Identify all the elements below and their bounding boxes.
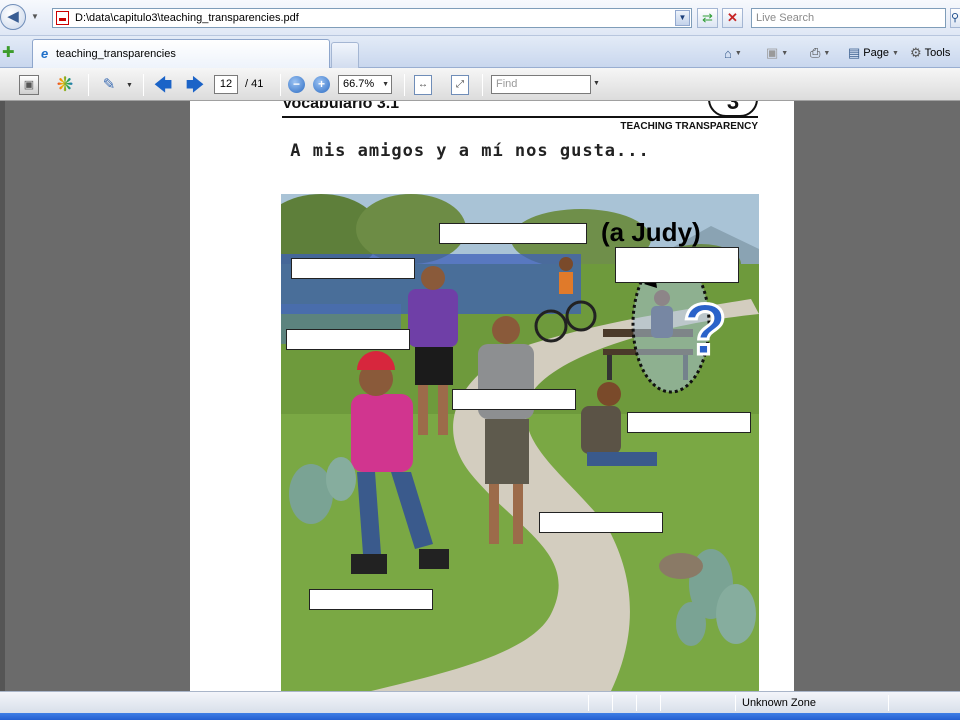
prev-page-button[interactable]: 🡄 [152,74,174,96]
status-divider [888,695,889,711]
toolbar-divider [482,74,483,96]
find-input[interactable]: Find [491,75,591,94]
back-button[interactable]: ◀ [0,4,26,30]
address-bar-row: ◀ ▼ D:\data\capitulo3\teaching_transpare… [0,0,960,36]
question-mark: ? [683,290,727,370]
print-button[interactable]: ⎙ ▼ [810,44,830,62]
chevron-down-icon[interactable]: ▼ [126,82,133,89]
zoom-out-icon: − [292,77,300,91]
zoom-in-icon: + [317,77,325,91]
home-button[interactable]: ⌂ ▼ [724,44,742,62]
stamp-button[interactable]: ✎ [98,74,120,96]
annotation-text: (a Judy) [601,217,701,247]
label-blank [539,512,663,533]
fit-page-button[interactable]: ⤢ [451,75,469,95]
address-input[interactable]: D:\data\capitulo3\teaching_transparencie… [52,8,692,28]
page-title: A mis amigos y a mí nos gusta... [290,141,650,161]
toolbar-divider [404,74,405,96]
page-number-input[interactable]: 12 [214,75,238,94]
stop-icon: ✕ [727,10,738,25]
acrobat-icon: ❋ [56,74,74,96]
label-blank [439,223,587,244]
pdf-file-icon [56,11,69,25]
page-menu-button[interactable]: ▤ Page ▼ [848,44,899,62]
navigation-pane-strip[interactable] [0,101,5,691]
print-icon: ⎙ [810,45,821,60]
acrobat-button[interactable]: ❋ [54,74,76,96]
save-icon: ▣ [23,79,35,91]
prev-page-icon: 🡄 [153,75,173,95]
new-tab-button[interactable] [331,42,359,68]
feeds-button[interactable]: ▣ ▼ [766,44,788,62]
search-icon: ⚲ [951,12,960,24]
label-blank [452,389,576,410]
nav-history-dropdown[interactable]: ▼ [31,12,39,21]
label-blank [615,247,739,283]
fit-page-icon: ⤢ [456,79,464,90]
tab-label: teaching_transparencies [56,48,176,60]
refresh-button[interactable]: ⇄ [697,8,718,28]
status-divider [612,695,613,711]
next-page-icon: 🡆 [185,75,205,95]
zoom-select[interactable]: 66.7% ▼ [338,75,392,94]
ie-icon: e [41,46,49,61]
refresh-icon: ⇄ [702,10,713,25]
zoom-value: 66.7% [343,78,375,90]
toolbar-divider [143,74,144,96]
label-blank [291,258,415,279]
tools-menu-label: Tools [924,47,951,59]
tab-teaching-transparencies[interactable]: e teaching_transparencies [32,39,330,68]
taskbar [0,713,960,720]
zoom-in-button[interactable]: + [313,76,330,93]
home-icon: ⌂ [724,45,732,61]
status-divider [588,695,589,711]
label-blank [627,412,751,433]
status-divider [636,695,637,711]
zoom-out-button[interactable]: − [288,76,305,93]
transparency-label: TEACHING TRANSPARENCY [620,121,758,132]
document-viewport[interactable]: Vocabulario 3.1 3 TEACHING TRANSPARENCY … [0,101,960,691]
next-page-button[interactable]: 🡆 [184,74,206,96]
page-total: / 41 [245,78,264,90]
toolbar-divider [88,74,89,96]
chapter-badge: 3 [708,101,758,117]
stop-button[interactable]: ✕ [722,8,743,28]
page-icon: ▤ [848,45,861,60]
page-menu-label: Page [863,47,889,59]
chevron-down-icon: ▼ [734,49,742,57]
feeds-icon: ▣ [766,45,779,60]
tab-row: ✚ e teaching_transparencies ⌂ ▼ ▣ ▼ ⎙ ▼ ▤ P… [0,36,960,68]
park-illustration: ? (a Judy) [281,194,759,691]
address-text: D:\data\capitulo3\teaching_transparencie… [75,12,299,24]
header-rule [282,116,758,118]
address-dropdown-button[interactable]: ▼ [675,10,690,26]
tools-icon: ⚙ [910,45,922,60]
page-header: Vocabulario 3.1 [282,101,400,112]
chevron-down-icon: ▼ [892,49,899,57]
security-zone: Unknown Zone [742,697,816,709]
chevron-down-icon: ▼ [823,49,831,57]
status-bar: Unknown Zone [0,691,960,713]
pdf-toolbar: ▣ ❋ ✎ ▼ 🡄 🡆 − + ↔ ⤢ [0,68,960,101]
chevron-down-icon: ▼ [382,81,389,88]
favorites-icon[interactable]: ✚ [2,43,15,61]
back-icon: ◀ [7,8,19,25]
label-blank [309,589,433,610]
stamp-icon: ✎ [102,76,116,93]
search-input[interactable]: Live Search [751,8,946,28]
fit-width-button[interactable]: ↔ [414,75,432,95]
chevron-down-icon[interactable]: ▼ [593,80,600,87]
tools-menu-button[interactable]: ⚙ Tools [910,44,950,62]
label-blank [286,329,410,350]
toolbar-divider [280,74,281,96]
chevron-down-icon: ▼ [781,49,789,57]
status-divider [660,695,661,711]
status-divider [735,695,736,711]
pdf-page: Vocabulario 3.1 3 TEACHING TRANSPARENCY … [190,101,794,691]
fit-width-icon: ↔ [418,79,428,90]
save-button[interactable]: ▣ [19,75,39,95]
search-button[interactable]: ⚲ [950,8,960,28]
